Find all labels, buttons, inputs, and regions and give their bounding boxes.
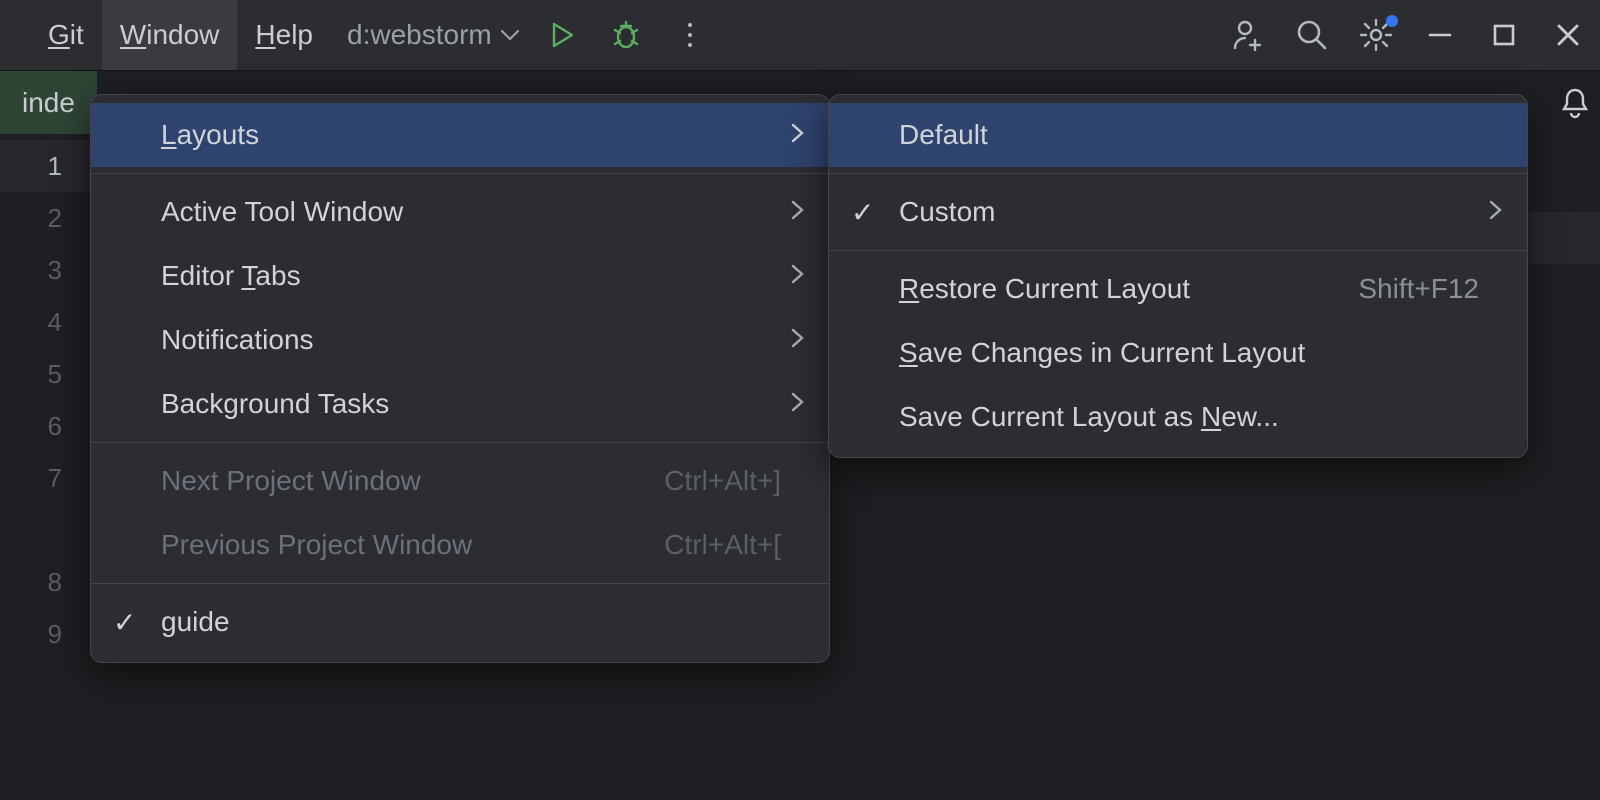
- menu-item-active-tool-window[interactable]: Active Tool Window: [91, 180, 829, 244]
- window-close-icon[interactable]: [1536, 0, 1600, 70]
- menu-item-editor-tabs[interactable]: Editor Tabs: [91, 244, 829, 308]
- menu-help[interactable]: Help: [237, 0, 331, 70]
- menu-item-save-layout-as-new[interactable]: Save Current Layout as New...: [829, 385, 1527, 449]
- menu-separator: [91, 442, 829, 443]
- window-minimize-icon[interactable]: [1408, 0, 1472, 70]
- submenu-chevron-icon: [789, 119, 805, 151]
- menu-item-guide[interactable]: ✓ guide: [91, 590, 829, 654]
- run-button[interactable]: [530, 0, 594, 70]
- menu-git[interactable]: Git: [30, 0, 102, 70]
- menu-item-background-tasks[interactable]: Background Tasks: [91, 372, 829, 436]
- more-actions-button[interactable]: [658, 0, 722, 70]
- menu-item-next-project-window: Next Project WindowCtrl+Alt+]: [91, 449, 829, 513]
- search-icon[interactable]: [1280, 0, 1344, 70]
- menu-separator: [829, 250, 1527, 251]
- menu-item-layout-custom[interactable]: ✓ Custom: [829, 180, 1527, 244]
- menu-item-previous-project-window: Previous Project WindowCtrl+Alt+[: [91, 513, 829, 577]
- menu-separator: [91, 583, 829, 584]
- update-available-badge: [1386, 15, 1398, 27]
- debug-button[interactable]: [594, 0, 658, 70]
- settings-icon[interactable]: [1344, 0, 1408, 70]
- line-gutter: 1 2 3 4 5 6 7 8 9: [0, 134, 92, 800]
- window-maximize-icon[interactable]: [1472, 0, 1536, 70]
- editor-tab[interactable]: inde: [0, 71, 97, 134]
- layouts-submenu: Default ✓ Custom Restore Current Layout …: [828, 94, 1528, 458]
- run-config-selector[interactable]: d:webstorm: [337, 19, 530, 51]
- main-menubar: Git Window Help d:webstorm: [0, 0, 1600, 70]
- menu-item-restore-layout[interactable]: Restore Current Layout Shift+F12: [829, 257, 1527, 321]
- add-collaborator-icon[interactable]: [1216, 0, 1280, 70]
- menu-separator: [829, 173, 1527, 174]
- menu-item-notifications[interactable]: Notifications: [91, 308, 829, 372]
- notifications-icon[interactable]: [1558, 85, 1592, 126]
- window-menu-dropdown: Layouts Active Tool Window Editor Tabs N…: [90, 94, 830, 663]
- check-icon: ✓: [851, 196, 874, 229]
- menu-item-layouts[interactable]: Layouts: [91, 103, 829, 167]
- menu-window[interactable]: Window: [102, 0, 238, 70]
- check-icon: ✓: [113, 606, 136, 639]
- menu-separator: [91, 173, 829, 174]
- menu-item-save-changes-layout[interactable]: Save Changes in Current Layout: [829, 321, 1527, 385]
- menu-item-layout-default[interactable]: Default: [829, 103, 1527, 167]
